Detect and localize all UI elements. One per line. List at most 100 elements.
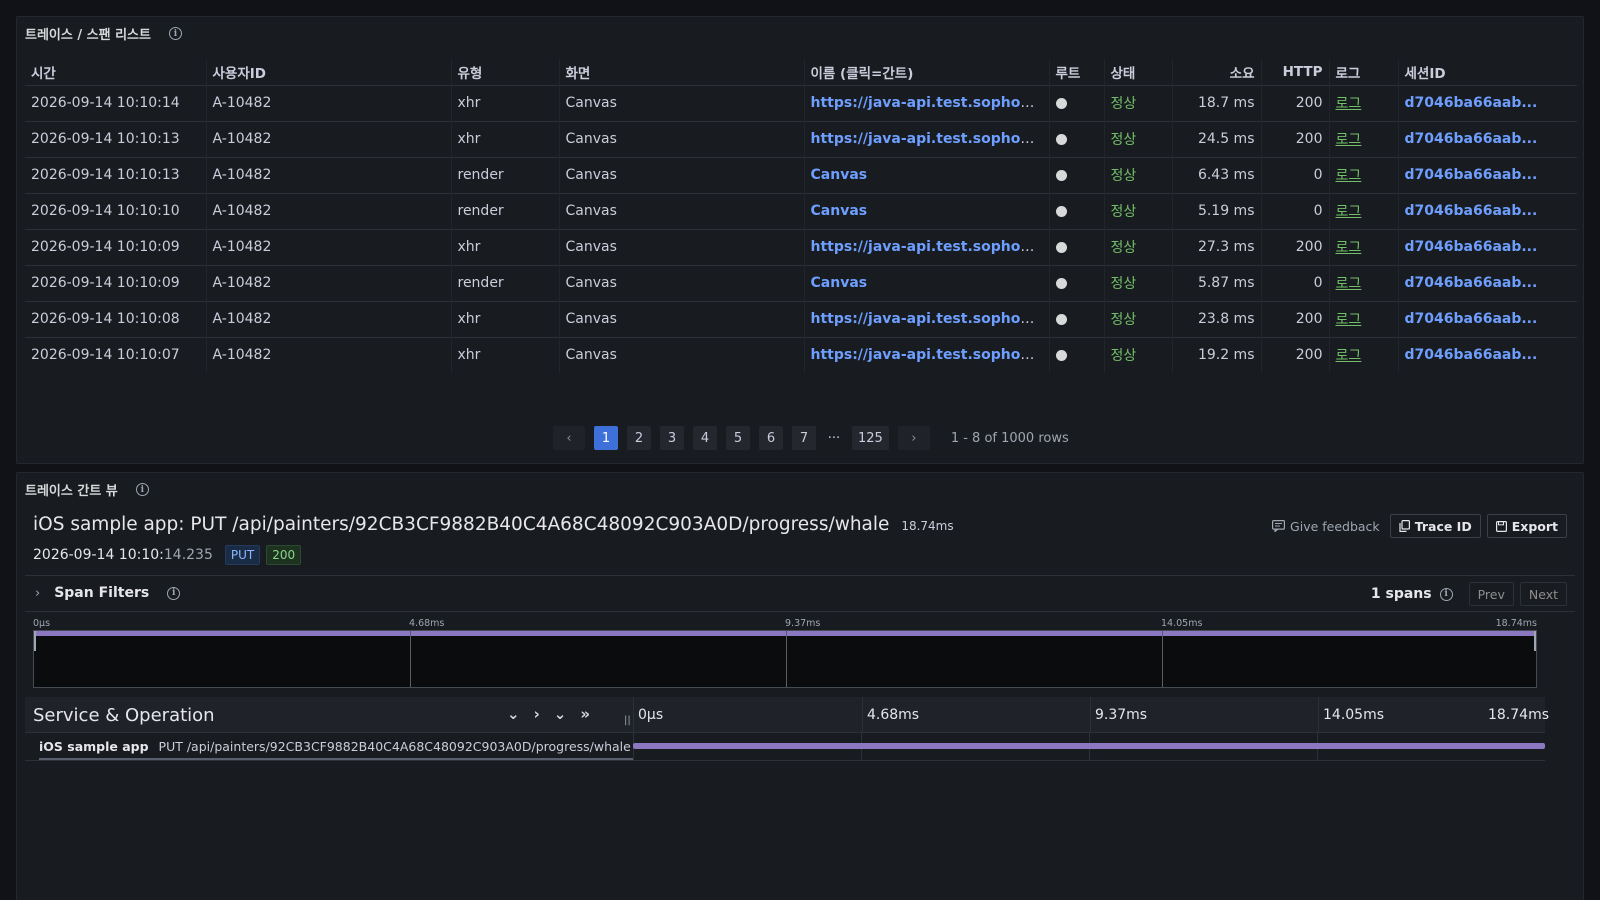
column-header[interactable]: 세션ID [1397, 59, 1577, 85]
cell-log-text[interactable]: 로그 [1336, 132, 1362, 148]
cell-log[interactable]: 로그 [1328, 228, 1398, 265]
cell-name-text[interactable]: Canvas [811, 275, 868, 291]
column-header[interactable]: 화면 [558, 59, 804, 85]
table-row[interactable]: 2026-09-14 10:10:09 A-10482 render Canvas Ca… [25, 264, 1577, 301]
cell-name-text[interactable]: https://java-api.test.sophonz.c... [811, 95, 1050, 111]
cell-name[interactable]: Canvas [803, 156, 1049, 193]
cell-log-text[interactable]: 로그 [1336, 276, 1362, 292]
cell-name-text[interactable]: Canvas [811, 203, 868, 219]
span-track[interactable] [633, 733, 1545, 760]
cell-log[interactable]: 로그 [1328, 336, 1398, 373]
cell-session-text[interactable]: d7046ba66aab... [1405, 275, 1538, 291]
cell-log-text[interactable]: 로그 [1336, 348, 1362, 364]
cell-name[interactable]: https://java-api.test.sophonz.c... [803, 300, 1050, 337]
chevron-right-icon[interactable]: › [534, 705, 540, 723]
info-icon[interactable]: i [135, 483, 149, 496]
cell-log[interactable]: 로그 [1328, 264, 1398, 301]
cell-session-text[interactable]: d7046ba66aab... [1405, 311, 1538, 327]
double-chevron-right-icon[interactable]: » [580, 705, 590, 723]
cell-session-text[interactable]: d7046ba66aab... [1405, 167, 1538, 183]
info-icon[interactable]: i [168, 27, 182, 40]
minimap-right-handle[interactable] [1534, 631, 1536, 651]
cell-log[interactable]: 로그 [1328, 192, 1398, 229]
page-button-last[interactable]: 125 [852, 426, 889, 450]
export-button[interactable]: Export [1486, 514, 1567, 538]
cell-log-text[interactable]: 로그 [1336, 240, 1362, 256]
next-span-button[interactable]: Next [1519, 582, 1567, 606]
double-chevron-down-icon[interactable]: ⌄ [554, 705, 567, 723]
cell-session[interactable]: d7046ba66aab... [1397, 192, 1577, 229]
prev-span-button[interactable]: Prev [1468, 582, 1514, 606]
table-row[interactable]: 2026-09-14 10:10:07 A-10482 xhr Canvas https… [25, 336, 1577, 373]
cell-log[interactable]: 로그 [1328, 300, 1398, 337]
minimap-left-handle[interactable] [34, 631, 36, 651]
page-button-4[interactable]: 4 [693, 426, 717, 450]
cell-name-text[interactable]: Canvas [811, 167, 868, 183]
trace-id-button[interactable]: Trace ID [1389, 514, 1481, 538]
trace-minimap[interactable] [33, 630, 1537, 688]
cell-log-text[interactable]: 로그 [1336, 204, 1362, 220]
page-button-1[interactable]: 1 [594, 426, 618, 450]
span-row[interactable]: iOS sample app PUT /api/painters/92CB3CF… [25, 733, 1545, 761]
cell-log[interactable]: 로그 [1328, 120, 1398, 157]
cell-session[interactable]: d7046ba66aab... [1397, 336, 1577, 373]
cell-session[interactable]: d7046ba66aab... [1397, 156, 1577, 193]
page-button-2[interactable]: 2 [627, 426, 651, 450]
column-header[interactable]: HTTP [1260, 59, 1329, 85]
table-row[interactable]: 2026-09-14 10:10:13 A-10482 xhr Canvas https… [25, 120, 1577, 157]
cell-name-text[interactable]: https://java-api.test.sophonz.c... [811, 347, 1050, 363]
cell-name[interactable]: https://java-api.test.sophonz.c... [803, 228, 1050, 265]
column-header[interactable]: 이름 (클릭=간트) [803, 59, 1049, 85]
cell-log[interactable]: 로그 [1328, 84, 1398, 121]
cell-name-text[interactable]: https://java-api.test.sophonz.c... [811, 311, 1050, 327]
cell-name[interactable]: https://java-api.test.sophonz.c... [803, 120, 1050, 157]
chevron-down-icon[interactable]: ⌄ [507, 705, 520, 723]
page-button-6[interactable]: 6 [759, 426, 783, 450]
cell-session[interactable]: d7046ba66aab... [1397, 228, 1577, 265]
page-button-3[interactable]: 3 [660, 426, 684, 450]
cell-session[interactable]: d7046ba66aab... [1397, 264, 1577, 301]
column-header[interactable]: 상태 [1103, 59, 1172, 85]
page-button-7[interactable]: 7 [792, 426, 816, 450]
span-bar[interactable] [633, 743, 1545, 749]
cell-log-text[interactable]: 로그 [1336, 312, 1362, 328]
cell-log[interactable]: 로그 [1328, 156, 1398, 193]
cell-log-text[interactable]: 로그 [1336, 168, 1362, 184]
column-header[interactable]: 소요 [1171, 59, 1261, 85]
span-filters-toggle[interactable]: › Span Filters i [35, 585, 181, 601]
column-header[interactable]: 사용자ID [205, 59, 451, 85]
cell-name[interactable]: https://java-api.test.sophonz.c... [803, 336, 1050, 373]
give-feedback-link[interactable]: Give feedback [1272, 519, 1380, 534]
next-page-button[interactable]: › [897, 426, 930, 450]
cell-session[interactable]: d7046ba66aab... [1397, 120, 1577, 157]
table-row[interactable]: 2026-09-14 10:10:10 A-10482 render Canvas Ca… [25, 192, 1577, 229]
column-header[interactable]: 루트 [1048, 59, 1104, 85]
span-name-cell[interactable]: iOS sample app PUT /api/painters/92CB3CF… [39, 733, 633, 760]
column-header[interactable]: 시간 [25, 59, 206, 85]
cell-name[interactable]: Canvas [803, 192, 1049, 229]
cell-name[interactable]: Canvas [803, 264, 1049, 301]
table-row[interactable]: 2026-09-14 10:10:08 A-10482 xhr Canvas https… [25, 300, 1577, 337]
table-row[interactable]: 2026-09-14 10:10:09 A-10482 xhr Canvas https… [25, 228, 1577, 265]
cell-session-text[interactable]: d7046ba66aab... [1405, 347, 1538, 363]
cell-name-text[interactable]: https://java-api.test.sophonz.c... [811, 131, 1050, 147]
column-header[interactable]: 유형 [450, 59, 559, 85]
column-resize-handle[interactable]: || [624, 715, 631, 726]
page-button-5[interactable]: 5 [726, 426, 750, 450]
table-row[interactable]: 2026-09-14 10:10:14 A-10482 xhr Canvas https… [25, 84, 1577, 121]
cell-session[interactable]: d7046ba66aab... [1397, 300, 1577, 337]
cell-name-text[interactable]: https://java-api.test.sophonz.c... [811, 239, 1050, 255]
cell-session[interactable]: d7046ba66aab... [1397, 84, 1577, 121]
cell-session-text[interactable]: d7046ba66aab... [1405, 239, 1538, 255]
info-icon[interactable]: i [167, 586, 181, 600]
info-icon[interactable]: i [1439, 587, 1453, 601]
cell-http-text: 200 [1295, 95, 1323, 111]
cell-session-text[interactable]: d7046ba66aab... [1405, 95, 1538, 111]
cell-session-text[interactable]: d7046ba66aab... [1405, 203, 1538, 219]
prev-page-button[interactable]: ‹ [553, 426, 585, 450]
table-row[interactable]: 2026-09-14 10:10:13 A-10482 render Canvas Ca… [25, 156, 1577, 193]
cell-session-text[interactable]: d7046ba66aab... [1405, 131, 1538, 147]
column-header[interactable]: 로그 [1328, 59, 1398, 85]
cell-name[interactable]: https://java-api.test.sophonz.c... [803, 84, 1050, 121]
cell-log-text[interactable]: 로그 [1336, 96, 1362, 112]
